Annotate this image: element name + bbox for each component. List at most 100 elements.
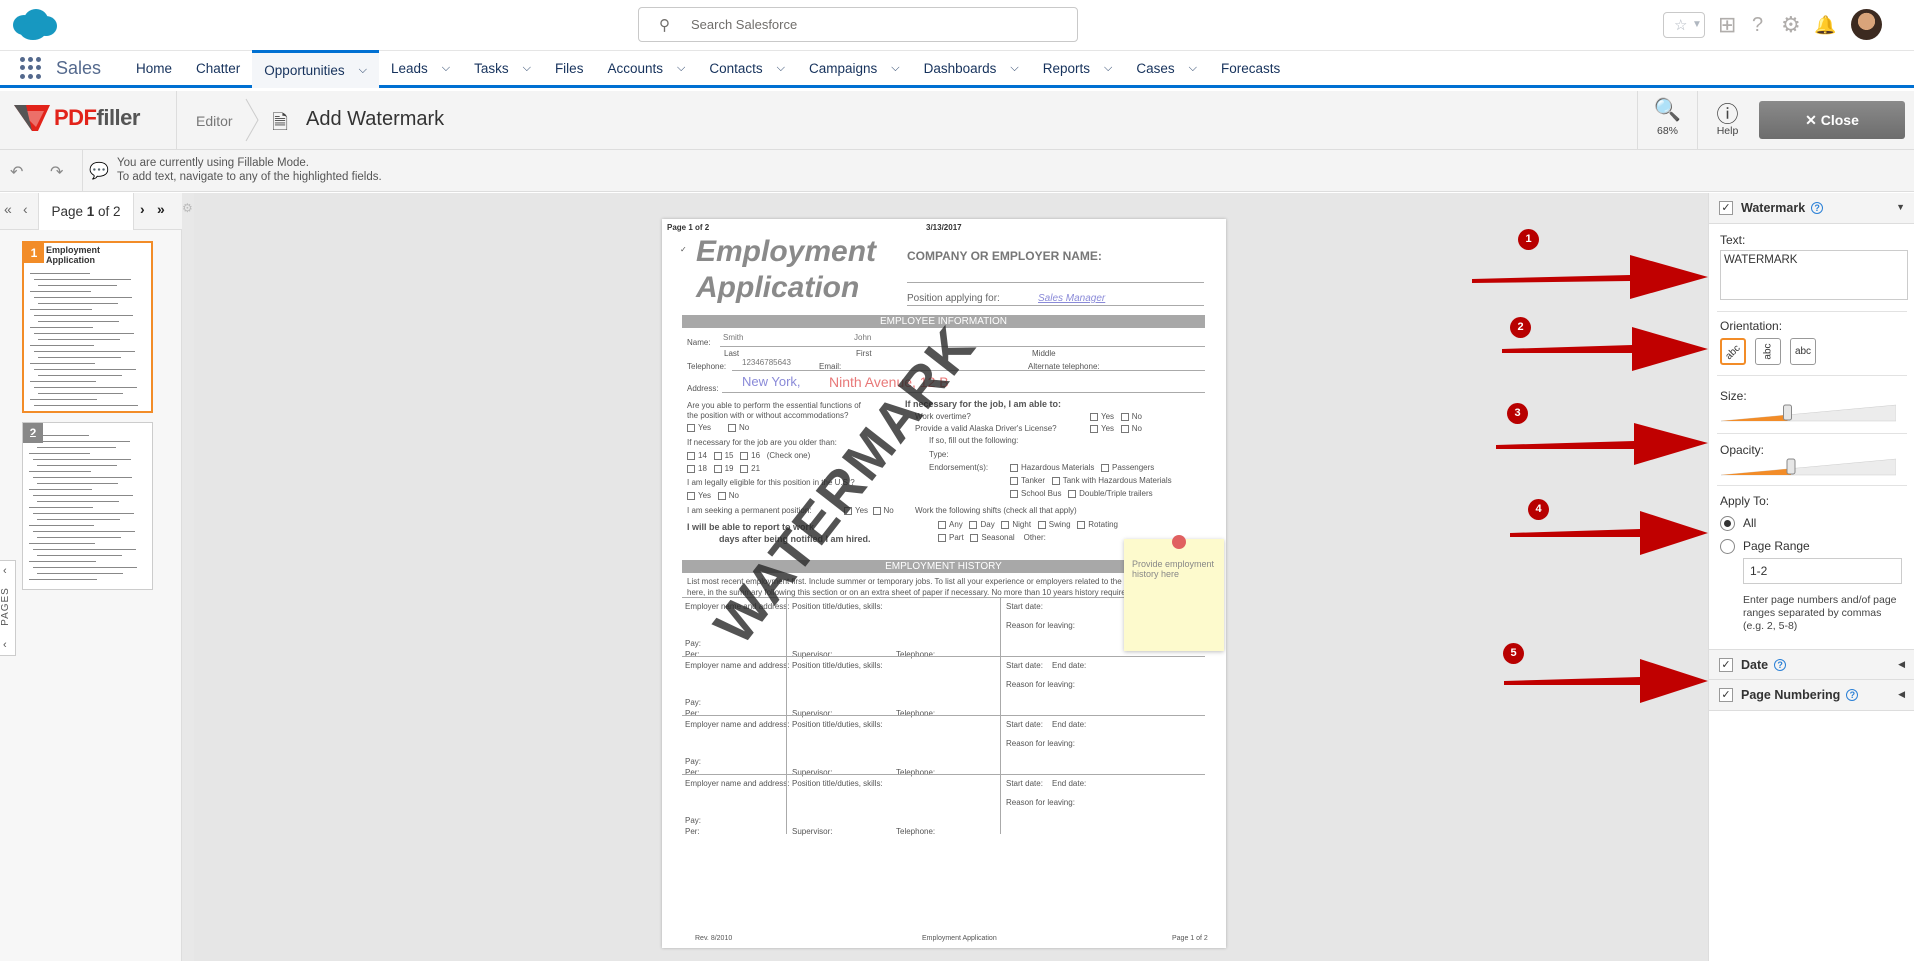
city-field[interactable]: New York, xyxy=(742,374,801,389)
watermark-text-input[interactable]: WATERMARK xyxy=(1720,250,1908,300)
apply-to-label: Apply To: xyxy=(1720,494,1770,508)
page-range-input[interactable] xyxy=(1743,558,1902,584)
watermark-section-header[interactable]: ✓ Watermark? ▼ xyxy=(1709,193,1914,224)
page-range-hint: Enter page numbers and/of page ranges se… xyxy=(1743,594,1897,632)
first-name-field[interactable]: John xyxy=(854,333,871,342)
apply-all-radio[interactable] xyxy=(1720,516,1735,531)
chevron-down-icon[interactable]: ⌵ xyxy=(1104,62,1112,75)
date-section-header[interactable]: ✓ Date? ◀ xyxy=(1709,649,1914,680)
nav-item-label: Home xyxy=(136,61,173,76)
caret-down-icon[interactable]: ▼ xyxy=(1896,202,1905,212)
date-checkbox[interactable]: ✓ xyxy=(1719,658,1733,672)
nav-item-label: Forecasts xyxy=(1220,61,1281,76)
nav-item-chatter[interactable]: Chatter xyxy=(184,51,252,86)
nav-item-label: Accounts xyxy=(607,61,663,76)
sticky-note[interactable]: Provide employment history here xyxy=(1124,535,1224,651)
nav-item-files[interactable]: Files xyxy=(543,51,596,86)
help-question-icon[interactable]: ? xyxy=(1846,689,1859,701)
first-page-icon[interactable]: « xyxy=(4,201,12,217)
help-question-icon[interactable]: ? xyxy=(1811,202,1824,214)
nav-item-opportunities[interactable]: Opportunities ⌵ xyxy=(252,50,379,88)
page-numbering-checkbox[interactable]: ✓ xyxy=(1719,688,1733,702)
close-button[interactable]: ✕ Close xyxy=(1759,101,1905,139)
last-page-icon[interactable]: » xyxy=(157,201,165,217)
help-question-icon[interactable]: ? xyxy=(1774,659,1787,671)
nav-item-tasks[interactable]: Tasks ⌵ xyxy=(462,51,543,86)
callout-badge-1: 1 xyxy=(1518,229,1539,250)
page-numbering-section-header[interactable]: ✓ Page Numbering? ◀ xyxy=(1709,680,1914,711)
nav-item-campaigns[interactable]: Campaigns ⌵ xyxy=(797,51,912,86)
breadcrumb-editor[interactable]: Editor xyxy=(196,113,233,129)
help-icon[interactable]: ? xyxy=(1752,10,1763,40)
apply-all-label[interactable]: All xyxy=(1743,516,1756,530)
avatar[interactable] xyxy=(1851,9,1882,40)
nav-item-cases[interactable]: Cases ⌵ xyxy=(1124,51,1209,86)
page-thumbnail-2[interactable]: 2 xyxy=(22,422,153,590)
nav-item-label: Opportunities xyxy=(264,63,345,78)
history-row: Employer name and address: Position title… xyxy=(682,715,1205,777)
caret-left-icon[interactable]: ◀ xyxy=(1898,689,1905,700)
chevron-down-icon[interactable]: ⌵ xyxy=(891,62,899,75)
opacity-slider[interactable] xyxy=(1721,456,1896,476)
page-navigator: « ‹ Page 1 of 2 › » xyxy=(0,193,182,230)
nav-item-forecasts[interactable]: Forecasts xyxy=(1209,51,1292,86)
chat-bubble-icon: 💬 xyxy=(89,163,109,180)
global-actions-icon[interactable]: ⊞ xyxy=(1718,10,1736,40)
chevron-down-icon[interactable]: ⌵ xyxy=(777,62,785,75)
last-name-field[interactable]: Smith xyxy=(723,333,743,342)
apply-range-radio[interactable] xyxy=(1720,539,1735,554)
callout-badge-3: 3 xyxy=(1507,403,1528,424)
setup-gear-icon[interactable]: ⚙ xyxy=(1781,10,1801,40)
arrow-5-icon xyxy=(1504,659,1708,703)
nav-item-accounts[interactable]: Accounts ⌵ xyxy=(595,51,697,86)
thumbnail-panel: 1 Employment Application 2 xyxy=(0,230,182,961)
nav-item-leads[interactable]: Leads ⌵ xyxy=(379,51,462,86)
company-label: COMPANY OR EMPLOYER NAME: xyxy=(907,249,1102,263)
nav-item-dashboards[interactable]: Dashboards ⌵ xyxy=(912,51,1031,86)
date-title: Date xyxy=(1741,658,1769,672)
help-button[interactable]: ⓘ Help xyxy=(1697,91,1757,150)
notifications-bell-icon[interactable]: 🔔 xyxy=(1814,10,1836,40)
chevron-down-icon[interactable]: ⌵ xyxy=(359,64,367,77)
watermark-checkbox[interactable]: ✓ xyxy=(1719,201,1733,215)
watermark-settings-panel: ✓ Watermark? ▼ Text: WATERMARK Orientati… xyxy=(1708,193,1914,961)
caret-left-icon[interactable]: ◀ xyxy=(1898,659,1905,670)
thumb-number: 1 xyxy=(24,243,44,263)
redo-icon[interactable]: ↷ xyxy=(50,162,63,182)
check-icon: ✓ xyxy=(680,245,687,254)
size-slider[interactable] xyxy=(1721,402,1896,422)
undo-icon[interactable]: ↶ xyxy=(10,162,23,182)
next-page-icon[interactable]: › xyxy=(140,201,145,217)
pdffiller-toolbar: PDFfiller Editor 🗎 Add Watermark 🔍 68% ⓘ… xyxy=(0,91,1914,150)
position-field[interactable]: Sales Manager xyxy=(1038,293,1105,304)
doc-title-line2: Application xyxy=(696,271,860,304)
pages-panel-toggle[interactable]: ‹ PAGES ‹ xyxy=(0,560,16,656)
telephone-field[interactable]: 12346785643 xyxy=(742,358,791,367)
page-header: Page 1 of 2 xyxy=(667,223,710,232)
apply-range-label[interactable]: Page Range xyxy=(1743,539,1810,553)
orientation-horizontal-button[interactable]: abc xyxy=(1790,338,1816,365)
global-search[interactable]: ⚲ Search Salesforce xyxy=(638,7,1078,42)
chevron-down-icon[interactable]: ⌵ xyxy=(442,62,450,75)
prev-page-icon[interactable]: ‹ xyxy=(23,201,28,217)
history-row: Employer name and address: Position title… xyxy=(682,656,1205,718)
orientation-diagonal-button[interactable]: abc xyxy=(1720,338,1746,365)
nav-item-reports[interactable]: Reports ⌵ xyxy=(1031,51,1125,86)
nav-item-home[interactable]: Home xyxy=(124,51,184,86)
thumb-title: Employment Application xyxy=(46,245,101,265)
chevron-down-icon[interactable]: ⌵ xyxy=(677,62,685,75)
chevron-down-icon[interactable]: ⌵ xyxy=(1189,62,1197,75)
app-name: Sales xyxy=(56,57,102,78)
zoom-button[interactable]: 🔍 68% xyxy=(1637,91,1697,150)
nav-item-label: Reports xyxy=(1042,61,1091,76)
salesforce-logo[interactable] xyxy=(10,8,58,42)
chevron-down-icon[interactable]: ⌵ xyxy=(523,62,531,75)
chevron-down-icon[interactable]: ⌵ xyxy=(1010,62,1018,75)
app-launcher[interactable]: Sales xyxy=(20,51,101,85)
favorites-button[interactable]: ☆ ▼ xyxy=(1663,12,1705,38)
star-icon: ☆ xyxy=(1674,17,1688,34)
page-thumbnail-1[interactable]: 1 Employment Application xyxy=(22,241,153,413)
nav-item-contacts[interactable]: Contacts ⌵ xyxy=(697,51,797,86)
panel-splitter[interactable]: ⚙ xyxy=(182,193,194,961)
orientation-vertical-button[interactable]: abc xyxy=(1755,338,1781,365)
